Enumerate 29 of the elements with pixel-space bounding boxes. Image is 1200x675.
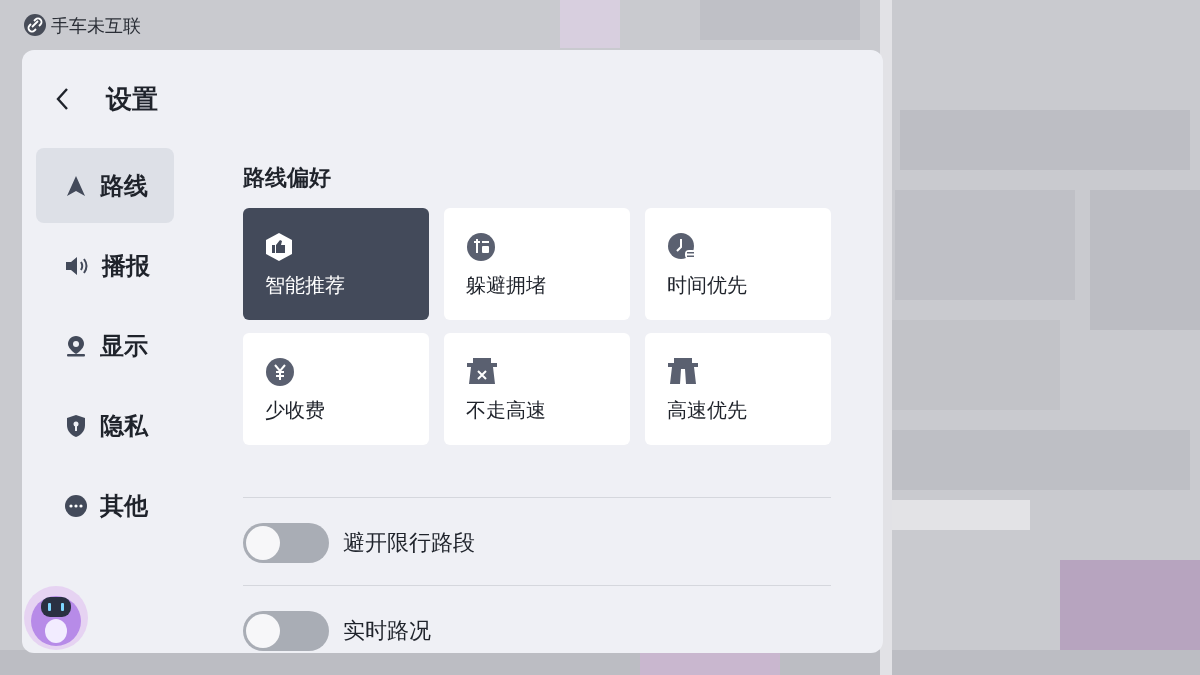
sidebar-item[interactable]: 显示 bbox=[36, 308, 174, 383]
sidebar-item[interactable]: 其他 bbox=[36, 468, 174, 543]
panel-title: 设置 bbox=[106, 82, 158, 116]
highway-icon bbox=[667, 357, 699, 385]
section-title: 路线偏好 bbox=[243, 164, 332, 192]
route-option-card[interactable]: 高速优先 bbox=[645, 333, 831, 445]
location-pin-icon bbox=[64, 333, 88, 358]
connection-text: 手车未互联 bbox=[51, 13, 141, 38]
shield-icon bbox=[64, 413, 88, 438]
back-icon bbox=[55, 87, 69, 111]
sidebar-item[interactable]: 播报 bbox=[36, 228, 174, 303]
clock-icon bbox=[667, 232, 697, 262]
no-highway-icon bbox=[466, 357, 498, 385]
sidebar-item[interactable]: 隐私 bbox=[36, 388, 174, 463]
thumbs-up-icon bbox=[265, 232, 293, 262]
route-option-card[interactable]: 时间优先 bbox=[645, 208, 831, 320]
toggle-label: 实时路况 bbox=[343, 617, 431, 645]
route-option-card[interactable]: 躲避拥堵 bbox=[444, 208, 630, 320]
route-option-card[interactable]: 少收费 bbox=[243, 333, 429, 445]
route-option-card[interactable]: 不走高速 bbox=[444, 333, 630, 445]
coin-icon bbox=[265, 357, 295, 387]
toggle-switch[interactable] bbox=[243, 610, 329, 651]
more-icon bbox=[64, 493, 88, 518]
toggle-label: 避开限行路段 bbox=[343, 529, 475, 557]
link-icon bbox=[24, 14, 46, 36]
toggle-switch[interactable] bbox=[243, 522, 329, 563]
traffic-jam-icon bbox=[466, 232, 496, 262]
sidebar-item[interactable]: 路线 bbox=[36, 148, 174, 223]
route-option-card[interactable]: 智能推荐 bbox=[243, 208, 429, 320]
